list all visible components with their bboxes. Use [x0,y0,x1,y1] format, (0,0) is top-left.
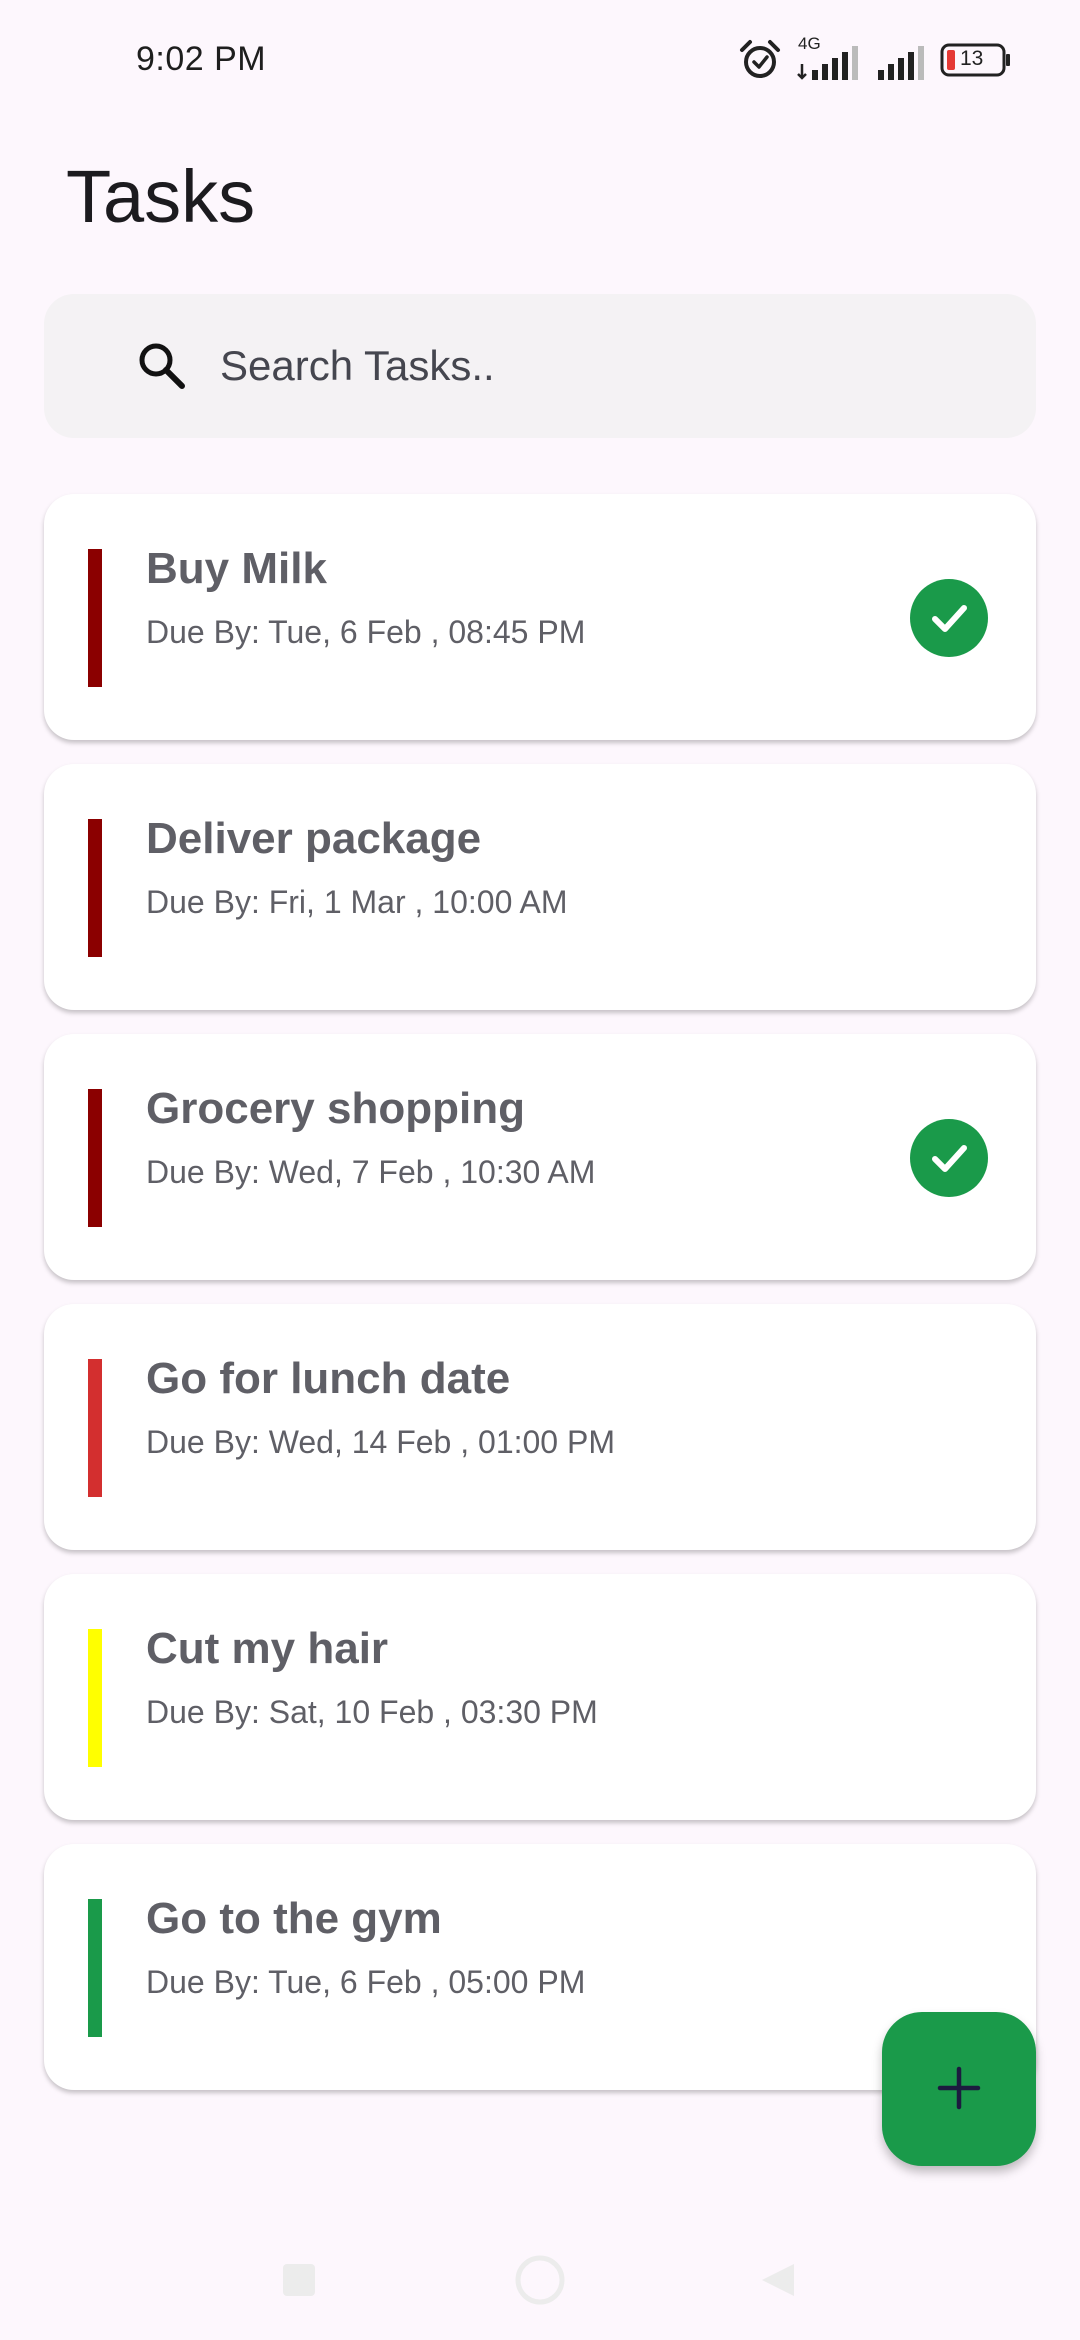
priority-indicator [88,1359,102,1497]
priority-indicator [88,549,102,687]
add-icon [936,2065,982,2114]
search-input[interactable] [220,334,1000,398]
system-nav-bar [0,2220,1080,2340]
status-icons: 4G 13 [738,34,1012,82]
task-due-date: Due By: Tue, 6 Feb , 05:00 PM [146,1964,586,2000]
home-nav-icon[interactable] [514,2254,566,2311]
add-task-button[interactable] [882,2012,1036,2166]
status-bar: 9:02 PM 4G 13 [0,0,1080,124]
task-list: Buy Milk Due By: Tue, 6 Feb , 08:45 PM D… [44,494,1036,2114]
priority-indicator [88,1089,102,1227]
check-circle-icon[interactable] [910,579,988,657]
task-card[interactable]: Go for lunch date Due By: Wed, 14 Feb , … [44,1304,1036,1550]
task-title: Grocery shopping [146,1084,525,1133]
priority-indicator [88,819,102,957]
status-time: 9:02 PM [136,40,267,78]
signal-4g-icon: 4G [796,34,862,82]
task-card[interactable]: Deliver package Due By: Fri, 1 Mar , 10:… [44,764,1036,1010]
task-title: Deliver package [146,814,482,863]
page-title: Tasks [66,155,256,238]
task-due-date: Due By: Sat, 10 Feb , 03:30 PM [146,1694,598,1730]
task-due-date: Due By: Wed, 14 Feb , 01:00 PM [146,1424,615,1460]
task-card[interactable]: Grocery shopping Due By: Wed, 7 Feb , 10… [44,1034,1036,1280]
search-bar[interactable] [44,294,1036,438]
recents-nav-icon[interactable] [281,2262,317,2303]
task-title: Buy Milk [146,544,327,593]
priority-indicator [88,1629,102,1767]
check-circle-icon[interactable] [910,1119,988,1197]
task-title: Cut my hair [146,1624,389,1673]
battery-level: 13 [960,47,984,70]
signal-icon [876,38,926,82]
task-title: Go for lunch date [146,1354,511,1403]
task-card[interactable]: Cut my hair Due By: Sat, 10 Feb , 03:30 … [44,1574,1036,1820]
task-title: Go to the gym [146,1894,442,1943]
search-icon [136,340,188,397]
task-card[interactable]: Buy Milk Due By: Tue, 6 Feb , 08:45 PM [44,494,1036,740]
task-due-date: Due By: Wed, 7 Feb , 10:30 AM [146,1154,596,1190]
task-due-date: Due By: Fri, 1 Mar , 10:00 AM [146,884,568,920]
alarm-icon [738,38,782,82]
back-nav-icon[interactable] [758,2260,798,2305]
battery-icon: 13 [940,42,1012,78]
priority-indicator [88,1899,102,2037]
task-due-date: Due By: Tue, 6 Feb , 08:45 PM [146,614,586,650]
